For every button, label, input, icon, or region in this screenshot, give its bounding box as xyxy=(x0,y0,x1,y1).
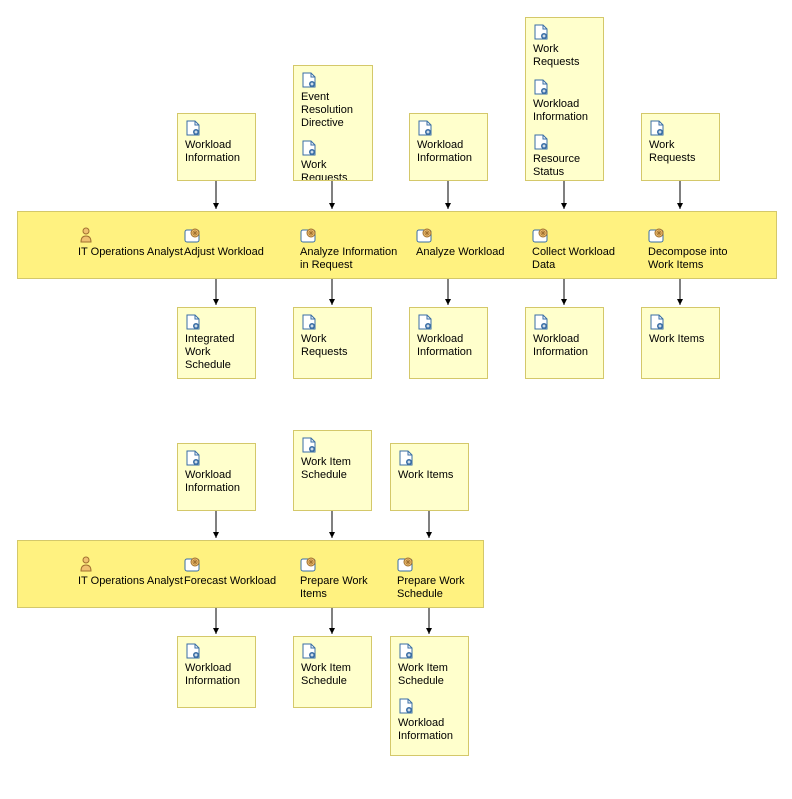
input-label: Work Requests xyxy=(533,43,579,68)
document-icon xyxy=(533,134,549,150)
process-adjust-workload: Adjust Workload xyxy=(184,227,284,259)
output-label: Workload Information xyxy=(398,717,453,742)
document-icon xyxy=(301,72,317,88)
output-label: Workload Information xyxy=(533,333,588,358)
process-label: Adjust Workload xyxy=(184,246,264,258)
process-analyze-workload: Analyze Workload xyxy=(416,227,516,259)
process-label: Analyze Information in Request xyxy=(300,246,397,271)
process-icon xyxy=(300,227,316,243)
process-label: Collect Workload Data xyxy=(532,246,615,271)
document-icon xyxy=(185,314,201,330)
process-icon xyxy=(300,556,316,572)
output-work-requests: Work Requests xyxy=(293,307,372,379)
output-label: Work Items xyxy=(649,333,704,345)
process-icon xyxy=(184,227,200,243)
document-icon xyxy=(533,314,549,330)
process-icon xyxy=(416,227,432,243)
document-icon xyxy=(185,120,201,136)
process-label: Prepare Work Items xyxy=(300,575,368,600)
process-label: Prepare Work Schedule xyxy=(397,575,465,600)
output-work-item-schedule-1: Work Item Schedule xyxy=(293,636,372,708)
input-label: Workload Information xyxy=(185,139,240,164)
input-label: Resource Status xyxy=(533,153,580,178)
input-work-requests-2: Work Requests xyxy=(641,113,720,181)
document-icon xyxy=(649,120,665,136)
output-label: Work Item Schedule xyxy=(301,662,351,687)
input-label: Workload Information xyxy=(533,98,588,123)
process-collect-workload-data: Collect Workload Data xyxy=(532,227,636,272)
actor-icon xyxy=(78,227,94,243)
input-label: Work Items xyxy=(398,469,453,481)
document-icon xyxy=(301,314,317,330)
output-label: Work Requests xyxy=(301,333,347,358)
document-icon xyxy=(301,437,317,453)
output-label: Integrated Work Schedule xyxy=(185,333,235,371)
process-icon xyxy=(532,227,548,243)
input-label: Work Requests xyxy=(649,139,695,164)
process-decompose-work-items: Decompose into Work Items xyxy=(648,227,752,272)
process-icon xyxy=(184,556,200,572)
output-work-item-schedule-workload: Work Item Schedule Workload Information xyxy=(390,636,469,756)
input-workload-information-3: Workload Information xyxy=(177,443,256,511)
output-label: Workload Information xyxy=(417,333,472,358)
output-integrated-work-schedule: Integrated Work Schedule xyxy=(177,307,256,379)
output-workload-information-2: Workload Information xyxy=(525,307,604,379)
process-icon xyxy=(648,227,664,243)
input-workload-information-1: Workload Information xyxy=(177,113,256,181)
document-icon xyxy=(398,450,414,466)
output-work-items: Work Items xyxy=(641,307,720,379)
swimlane-label: IT Operations Analyst xyxy=(78,556,183,588)
document-icon xyxy=(398,698,414,714)
input-label: Workload Information xyxy=(185,469,240,494)
document-icon xyxy=(185,643,201,659)
document-icon xyxy=(417,314,433,330)
input-work-requests-workload-resource: Work Requests Workload Information Resou… xyxy=(525,17,604,181)
output-label: Work Item Schedule xyxy=(398,662,448,687)
input-label: Work Requests xyxy=(301,159,347,181)
document-icon xyxy=(533,24,549,40)
process-label: Analyze Workload xyxy=(416,246,504,258)
output-label: Workload Information xyxy=(185,662,240,687)
actor-icon xyxy=(78,556,94,572)
document-icon xyxy=(649,314,665,330)
input-event-resolution-work-requests: Event Resolution Directive Work Requests xyxy=(293,65,373,181)
output-workload-information-1: Workload Information xyxy=(409,307,488,379)
input-workload-information-2: Workload Information xyxy=(409,113,488,181)
swimlane-it-operations-analyst-2: IT Operations Analyst Forecast Workload … xyxy=(17,540,484,608)
input-work-item-schedule: Work Item Schedule xyxy=(293,430,372,511)
process-prepare-work-schedule: Prepare Work Schedule xyxy=(397,556,487,601)
swimlane-it-operations-analyst-1: IT Operations Analyst Adjust Workload An… xyxy=(17,211,777,279)
process-label: Decompose into Work Items xyxy=(648,246,728,271)
process-label: Forecast Workload xyxy=(184,575,276,587)
input-work-items: Work Items xyxy=(390,443,469,511)
output-workload-information-3: Workload Information xyxy=(177,636,256,708)
process-prepare-work-items: Prepare Work Items xyxy=(300,556,390,601)
document-icon xyxy=(533,79,549,95)
document-icon xyxy=(301,140,317,156)
process-icon xyxy=(397,556,413,572)
document-icon xyxy=(398,643,414,659)
document-icon xyxy=(417,120,433,136)
input-label: Event Resolution Directive xyxy=(301,91,353,129)
process-forecast-workload: Forecast Workload xyxy=(184,556,288,588)
process-analyze-information: Analyze Information in Request xyxy=(300,227,408,272)
document-icon xyxy=(185,450,201,466)
document-icon xyxy=(301,643,317,659)
input-label: Work Item Schedule xyxy=(301,456,351,481)
swimlane-label: IT Operations Analyst xyxy=(78,227,183,259)
input-label: Workload Information xyxy=(417,139,472,164)
